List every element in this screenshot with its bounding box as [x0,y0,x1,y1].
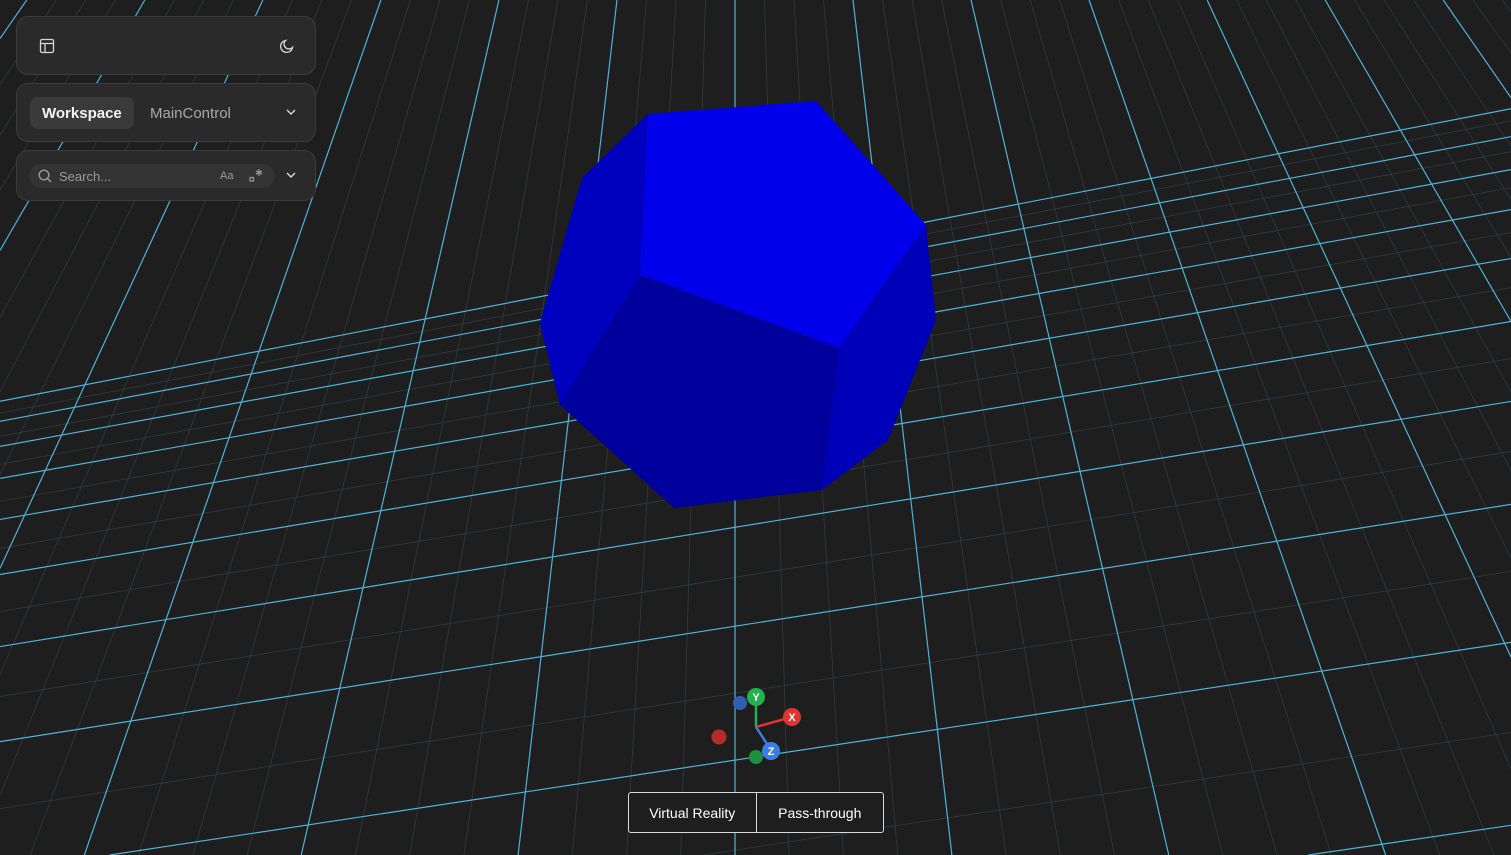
grid-line-cross [1308,824,1511,855]
grid-line-depth-minor [1472,0,1511,54]
xr-mode-toggle-group: Virtual Reality Pass-through [628,792,884,833]
grid-line-depth-minor [1354,0,1511,258]
search-icon [38,169,52,183]
grid-line-depth-minor [941,0,1115,855]
grid-line-depth [1088,0,1387,855]
regex-icon[interactable] [248,167,264,183]
grid-line-depth-minor [1295,0,1511,393]
search-input[interactable] [59,166,209,186]
grid-line-depth [970,0,1170,855]
grid-line-depth-minor [1177,0,1511,770]
grid-line-depth-minor [1265,0,1511,471]
grid-line-depth [300,0,500,855]
grid-line-depth-minor [1118,0,1441,855]
grid-line-depth [1442,0,1511,99]
tab-maincontrol[interactable]: MainControl [138,97,243,129]
workspace-tabs-panel: Workspace MainControl [16,83,316,142]
gizmo-x-label: X [788,712,796,724]
search-panel: Aa [16,150,316,201]
moon-icon[interactable] [273,32,301,60]
match-case-toggle[interactable]: Aa [220,168,233,184]
gizmo-neg-x-dot[interactable] [711,729,727,745]
search-field: Aa [29,164,275,188]
grid-line-depth-minor [1029,0,1278,855]
polyhedron-mesh[interactable] [540,101,936,508]
tab-workspace[interactable]: Workspace [30,97,134,129]
toolbar-panel [16,16,316,75]
gizmo-neg-y-dot[interactable] [749,750,763,764]
grid-line-depth [1324,0,1511,322]
grid-line-depth-minor [463,0,588,855]
gizmo-z-label: Z [768,746,775,758]
chevron-down-icon[interactable] [277,98,305,126]
gizmo-y-label: Y [752,692,760,704]
gizmo-neg-z-dot[interactable] [733,696,747,710]
virtual-reality-button[interactable]: Virtual Reality [629,793,756,832]
grid-line-depth-minor [1383,0,1511,200]
grid-line-depth-minor [1000,0,1224,855]
grid-line-depth-minor [1147,0,1495,855]
grid-line-depth-minor [355,0,529,855]
layout-panel-icon[interactable] [33,32,61,60]
grid-line-depth-minor [911,0,1061,855]
grid-line-depth-minor [882,0,1007,855]
chevron-down-icon[interactable] [277,161,305,189]
grid-line-depth-minor [1501,0,1511,12]
pass-through-button[interactable]: Pass-through [755,793,884,832]
